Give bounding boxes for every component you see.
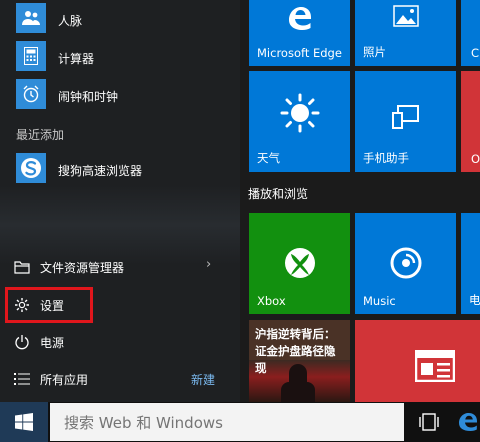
edge-icon xyxy=(249,2,350,34)
tile-edge-label: Microsoft Edge xyxy=(257,46,342,60)
windows-logo-icon xyxy=(15,413,33,431)
tile-partial-top-label: C xyxy=(471,46,480,60)
new-badge[interactable]: 新建 xyxy=(191,371,215,388)
sogou-browser-icon xyxy=(16,153,46,183)
power-icon xyxy=(14,334,30,350)
app-item-alarms[interactable]: 闹钟和时钟 xyxy=(0,76,240,112)
newspaper-icon xyxy=(415,350,455,382)
tile-photos-label: 照片 xyxy=(363,45,386,59)
people-icon xyxy=(16,3,46,33)
tile-photos[interactable]: 照片 xyxy=(355,0,456,66)
tile-news[interactable]: 沪指逆转背后： 证金护盘路径隐 现 xyxy=(249,320,350,402)
start-menu-left-panel: 人脉 计算器 闹钟和时钟 最近添加 搜狗高速浏览器 文件资源管理器 › 设置 电… xyxy=(0,0,240,402)
calculator-icon xyxy=(16,41,46,71)
file-explorer-label: 文件资源管理器 xyxy=(40,261,125,275)
list-icon xyxy=(14,371,30,387)
app-label-people: 人脉 xyxy=(58,14,83,28)
news-headline-line3: 现 xyxy=(255,361,267,375)
settings-highlight-box xyxy=(5,287,93,323)
search-box[interactable] xyxy=(50,403,404,441)
tile-news-app[interactable] xyxy=(355,320,480,402)
tile-xbox[interactable]: Xbox xyxy=(249,213,350,314)
start-button[interactable] xyxy=(0,402,48,442)
tile-partial-mid[interactable]: O xyxy=(461,71,480,172)
all-apps-label: 所有应用 xyxy=(40,373,89,387)
tile-music-label: Music xyxy=(363,294,396,308)
news-headline-line1: 沪指逆转背后： xyxy=(255,327,336,341)
tile-phone-companion-label: 手机助手 xyxy=(363,151,409,165)
task-view-icon[interactable] xyxy=(418,412,440,432)
sun-icon xyxy=(249,93,350,133)
xbox-icon xyxy=(249,247,350,279)
chevron-right-icon[interactable]: › xyxy=(206,257,211,272)
search-input[interactable] xyxy=(62,412,396,434)
tile-weather-label: 天气 xyxy=(257,151,280,165)
app-label-sogou: 搜狗高速浏览器 xyxy=(58,164,143,178)
tile-partial-mid-label: O xyxy=(471,152,480,166)
app-item-sogou[interactable]: 搜狗高速浏览器 xyxy=(0,150,240,186)
tile-partial-bottom[interactable]: 电 xyxy=(461,213,480,314)
tile-music[interactable]: Music xyxy=(355,213,456,314)
tile-partial-top[interactable]: C xyxy=(461,0,480,66)
music-icon xyxy=(355,246,456,280)
photo-icon xyxy=(355,5,456,27)
tile-xbox-label: Xbox xyxy=(257,294,286,308)
app-item-calculator[interactable]: 计算器 xyxy=(0,38,240,74)
group-heading-play[interactable]: 播放和浏览 xyxy=(248,185,308,202)
tile-partial-bottom-label: 电 xyxy=(469,293,480,307)
tile-weather[interactable]: 天气 xyxy=(249,71,350,172)
folder-icon xyxy=(14,259,30,275)
app-label-calculator: 计算器 xyxy=(58,52,95,66)
tile-edge[interactable]: Microsoft Edge xyxy=(249,0,350,66)
power-label: 电源 xyxy=(40,336,65,350)
power-item[interactable]: 电源 xyxy=(0,327,240,357)
file-explorer-item[interactable]: 文件资源管理器 › xyxy=(0,252,240,282)
taskbar xyxy=(0,402,480,442)
edge-taskbar-icon[interactable] xyxy=(458,410,480,434)
recently-added-heading: 最近添加 xyxy=(16,128,65,142)
app-label-alarms: 闹钟和时钟 xyxy=(58,90,119,104)
tile-phone-companion[interactable]: 手机助手 xyxy=(355,71,456,172)
alarm-clock-icon xyxy=(16,79,46,109)
all-apps-item[interactable]: 所有应用 新建 xyxy=(0,364,240,394)
app-item-people[interactable]: 人脉 xyxy=(0,0,240,36)
phone-companion-icon xyxy=(355,105,456,129)
news-headline-line2: 证金护盘路径隐 xyxy=(255,344,336,358)
